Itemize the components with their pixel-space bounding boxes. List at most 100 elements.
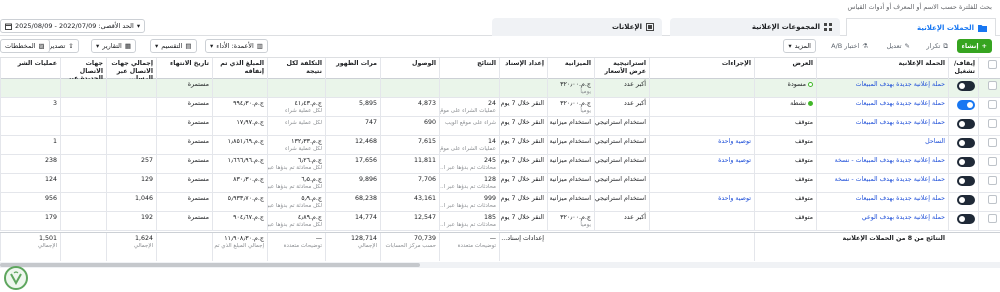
cell-action[interactable] <box>649 174 754 193</box>
cell-action[interactable] <box>649 117 754 136</box>
table-row[interactable]: حملة إعلانية جديدة بهدف المبيعات متوقف است… <box>0 117 1000 136</box>
campaign-name-link[interactable]: حملة إعلانية جديدة بهدف المبيعات <box>856 195 945 202</box>
header-offon[interactable]: إيقاف/تشغيل <box>948 58 978 80</box>
cell-name[interactable]: حملة إعلانية جديدة بهدف المبيعات <box>816 98 948 117</box>
cell-total-contacts: 129 <box>106 174 156 193</box>
search-bar[interactable]: بحث للفلترة حسب الاسم أو المعرف أو أدوات… <box>0 0 1000 14</box>
recommendation-link[interactable]: توصية واحدة <box>718 138 751 145</box>
table-row[interactable]: حملة إعلانية جديدة بهدف المبيعات متوقف توص… <box>0 193 1000 212</box>
cell-name[interactable]: حملة إعلانية جديدة بهدف المبيعات - نسخة <box>816 155 948 174</box>
columns-button[interactable]: ▥ الأعمدة: الأداء ▾ <box>205 39 268 53</box>
reports-button[interactable]: ▦ التقارير ▾ <box>91 39 136 53</box>
date-range-picker[interactable]: ▾ الحد الأقصى: 2022/07/09 - 2025/08/09 <box>0 19 146 33</box>
edit-button[interactable]: ✎ تعديل <box>882 39 914 53</box>
header-budget[interactable]: الميزانية <box>547 58 594 80</box>
cell-cpr: ج.م.١٣٢٫٣٣ لكل عملية شراء <box>267 136 325 155</box>
header-attribution[interactable]: إعداد الإسناد <box>499 58 547 80</box>
cell-reach: 7,706 <box>380 174 439 193</box>
header-cost-per-result[interactable]: التكلفة لكل نتيجة <box>267 58 325 80</box>
table-row[interactable]: حملة إعلانية جديدة بهدف المبيعات مسودة أكب… <box>0 79 1000 98</box>
cell-budget: ج.م.٣٢٠٫٠٠ يومياً <box>547 212 594 231</box>
toggle-switch[interactable] <box>957 119 975 129</box>
table-row[interactable]: حملة إعلانية جديدة بهدف المبيعات - نسخة م… <box>0 155 1000 174</box>
duplicate-button[interactable]: ⧉ تكرار <box>922 39 952 53</box>
cell-toggle[interactable] <box>948 136 978 155</box>
campaign-name-link[interactable]: حملة إعلانية جديدة بهدف المبيعات <box>856 81 945 88</box>
header-reach[interactable]: الوصول <box>380 58 439 80</box>
cell-name[interactable]: الساحل <box>816 136 948 155</box>
cell-toggle[interactable] <box>948 212 978 231</box>
tab-adsets[interactable]: المجموعات الإعلانية <box>670 18 840 36</box>
cell-spent: ج.م.١٧٫٩٧ <box>212 117 267 136</box>
recommendation-link[interactable]: توصية واحدة <box>718 157 751 164</box>
header-purchases[interactable]: عمليات الشر <box>0 58 60 80</box>
cell-toggle[interactable] <box>948 79 978 98</box>
scrollbar-thumb[interactable] <box>0 263 420 267</box>
cell-cb[interactable] <box>978 136 1000 155</box>
tab-ads[interactable]: الإعلانات <box>492 18 662 36</box>
create-button[interactable]: + إنشاء <box>956 39 992 53</box>
search-input[interactable]: بحث للفلترة حسب الاسم أو المعرف أو أدوات… <box>847 3 992 11</box>
header-campaign[interactable]: الحملة الإعلانية <box>816 58 948 80</box>
campaign-name-link[interactable]: حملة إعلانية جديدة بهدف المبيعات - نسخة <box>835 157 945 164</box>
campaign-name-link[interactable]: حملة إعلانية جديدة بهدف المبيعات <box>856 119 945 126</box>
header-ends[interactable]: تاريخ الانتهاء <box>156 58 212 80</box>
cell-action[interactable] <box>649 212 754 231</box>
cell-toggle[interactable] <box>948 155 978 174</box>
campaign-name-link[interactable]: الساحل <box>925 138 945 145</box>
header-total-contacts[interactable]: إجمالي جهات الاتصال عبر الرسا... <box>106 58 156 80</box>
toggle-switch[interactable] <box>957 195 975 205</box>
header-new-contacts[interactable]: جهات الاتصال الجديدة عبر الرسا... <box>60 58 106 80</box>
cell-name[interactable]: حملة إعلانية جديدة بهدف المبيعات <box>816 117 948 136</box>
cell-action[interactable] <box>649 98 754 117</box>
campaign-name-link[interactable]: حملة إعلانية جديدة بهدف الوعي <box>862 214 945 221</box>
cell-cb[interactable] <box>978 79 1000 98</box>
ab-test-button[interactable]: ⚗ اختبار A/B <box>827 39 872 53</box>
table-row[interactable]: حملة إعلانية جديدة بهدف الوعي متوقف أكبر ع… <box>0 212 1000 231</box>
header-amount-spent[interactable]: المبلغ الذي تم إنفاقه <box>212 58 267 80</box>
cell-toggle[interactable] <box>948 98 978 117</box>
header-results[interactable]: النتائج <box>439 58 499 80</box>
cell-name[interactable]: حملة إعلانية جديدة بهدف المبيعات <box>816 79 948 98</box>
more-button[interactable]: المزيد ▾ <box>783 39 816 53</box>
horizontal-scrollbar[interactable] <box>0 262 1000 268</box>
toggle-switch[interactable] <box>957 138 975 148</box>
cell-cb[interactable] <box>978 155 1000 174</box>
cell-action[interactable] <box>649 79 754 98</box>
cell-toggle[interactable] <box>948 193 978 212</box>
recommendation-link[interactable]: توصية واحدة <box>718 195 751 202</box>
table-row[interactable]: الساحل متوقف توصية واحدة استخدام استراتيجي.… <box>0 136 1000 155</box>
cell-toggle[interactable] <box>948 174 978 193</box>
cell-cb[interactable] <box>978 174 1000 193</box>
cell-toggle[interactable] <box>948 117 978 136</box>
cell-cb[interactable] <box>978 98 1000 117</box>
toggle-switch[interactable] <box>957 214 975 224</box>
header-actions[interactable]: الإجراءات <box>649 58 754 80</box>
charts-button[interactable]: ▨ المخططات <box>0 39 50 53</box>
table-row[interactable]: حملة إعلانية جديدة بهدف المبيعات نشطة أكبر… <box>0 98 1000 117</box>
toggle-switch[interactable] <box>957 176 975 186</box>
cell-name[interactable]: حملة إعلانية جديدة بهدف الوعي <box>816 212 948 231</box>
table-row[interactable]: حملة إعلانية جديدة بهدف المبيعات - نسخة م… <box>0 174 1000 193</box>
tab-campaigns[interactable]: الحملات الإعلانية <box>846 18 996 36</box>
breakdown-button[interactable]: ▤ التقسيم ▾ <box>150 39 197 53</box>
select-all-checkbox[interactable] <box>978 58 1000 80</box>
cell-action[interactable]: توصية واحدة <box>649 155 754 174</box>
cell-name[interactable]: حملة إعلانية جديدة بهدف المبيعات - نسخة <box>816 174 948 193</box>
header-impressions[interactable]: مرات الظهور <box>325 58 380 80</box>
cell-cb[interactable] <box>978 193 1000 212</box>
cell-name[interactable]: حملة إعلانية جديدة بهدف المبيعات <box>816 193 948 212</box>
toggle-switch[interactable] <box>957 157 975 167</box>
campaign-name-link[interactable]: حملة إعلانية جديدة بهدف المبيعات <box>856 100 945 107</box>
campaign-name-link[interactable]: حملة إعلانية جديدة بهدف المبيعات - نسخة <box>835 176 945 183</box>
header-bid-strategy[interactable]: استراتيجية عرض الأسعار <box>594 58 649 80</box>
flask-icon: ⚗ <box>862 42 868 50</box>
toggle-switch[interactable] <box>957 100 975 110</box>
cell-action[interactable]: توصية واحدة <box>649 136 754 155</box>
cell-cb[interactable] <box>978 212 1000 231</box>
cell-cb[interactable] <box>978 117 1000 136</box>
cell-action[interactable]: توصية واحدة <box>649 193 754 212</box>
footer-reach-sub: حسب مركز الحسابات <box>385 243 436 249</box>
header-delivery[interactable]: العرض <box>754 58 816 80</box>
toggle-switch[interactable] <box>957 81 975 91</box>
